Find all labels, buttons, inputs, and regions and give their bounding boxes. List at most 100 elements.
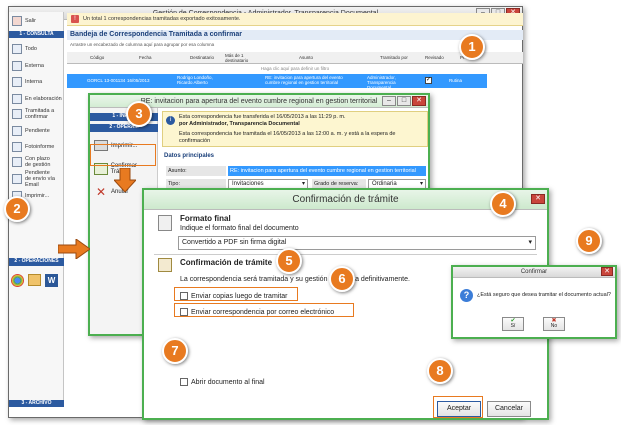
inbox-title: Bandeja de Correspondencia Tramitada a c… bbox=[67, 30, 523, 40]
maximize-button[interactable]: □ bbox=[397, 96, 411, 106]
close-button[interactable]: ✕ bbox=[412, 96, 426, 106]
col-destinatario[interactable]: Destinatario bbox=[190, 55, 214, 60]
callout-5: 5 bbox=[276, 248, 302, 274]
callout-7: 7 bbox=[162, 338, 188, 364]
chevron-down-icon: ▾ bbox=[528, 239, 532, 246]
exit-icon bbox=[12, 16, 22, 26]
sidebar-item-externa[interactable]: Externa bbox=[12, 59, 44, 73]
highlight-enviar-copias bbox=[174, 287, 298, 301]
section-operaciones-2[interactable]: 2 - OPERA... bbox=[90, 124, 158, 132]
cancel-button[interactable]: Cancelar bbox=[487, 401, 531, 417]
folder-icon bbox=[12, 77, 22, 87]
folder-app-icon[interactable] bbox=[28, 274, 41, 286]
confirmacion-heading: Confirmación de trámite bbox=[180, 258, 273, 267]
col-revisado[interactable]: Revisado bbox=[425, 55, 444, 60]
msgbox-titlebar: Confirmar ✕ bbox=[453, 267, 615, 278]
callout-2: 2 bbox=[4, 196, 30, 222]
message-box: Confirmar ✕ ? ¿Está seguro que desea tra… bbox=[451, 265, 617, 339]
highlight-enviar-correo bbox=[174, 303, 354, 317]
arrow-right bbox=[58, 239, 90, 259]
info-line-1: Esta correspondencia fue transferida el … bbox=[179, 114, 346, 120]
cell-codigo: GORCL 13-001134 bbox=[87, 78, 126, 83]
pencil-icon bbox=[12, 94, 22, 104]
formato-heading: Formato final bbox=[180, 214, 231, 223]
asunto-field[interactable]: RE: invitacion para apertura del evento … bbox=[228, 166, 426, 176]
section-consulta[interactable]: 1 - CONSULTA bbox=[9, 31, 64, 38]
filter-row[interactable]: Haga clic aquí para definir un filtro bbox=[67, 65, 523, 73]
no-button[interactable]: ✖ No bbox=[543, 317, 565, 331]
col-tramitado[interactable]: Tramitado por bbox=[380, 55, 408, 60]
highlight-accept bbox=[433, 396, 483, 418]
formato-icon bbox=[158, 215, 172, 231]
group-drag-hint: Arrastre un encabezado de columna aquí p… bbox=[70, 42, 215, 47]
section-operaciones[interactable]: 2 - OPERACIONES bbox=[9, 258, 64, 266]
asunto-label: Asunto: bbox=[166, 166, 226, 176]
cell-prioridad: Rutina bbox=[449, 78, 463, 83]
sidebar-item-tramitada[interactable]: Tramitada a confirmar bbox=[12, 107, 55, 121]
sidebar-item-elaboracion[interactable]: En elaboración bbox=[12, 92, 62, 106]
notice-bar: ! Un total 1 correspondencias tramitadas… bbox=[67, 13, 523, 26]
correspondence-title: RE: invitacion para apertura del evento … bbox=[140, 98, 378, 105]
highlight-confirm-tramite bbox=[90, 144, 156, 166]
formato-description: Indique el formato final del documento bbox=[180, 225, 299, 232]
clock-icon bbox=[12, 126, 22, 136]
minimize-button[interactable]: – bbox=[382, 96, 396, 106]
sidebar-item-todo[interactable]: Todo bbox=[12, 42, 37, 56]
confirmacion-description: La correspondencia será tramitada y su g… bbox=[180, 276, 410, 283]
option-abrir-documento[interactable]: Abrir documento al final bbox=[180, 378, 265, 386]
cell-tramitado: Administrador, Transparencia Documental bbox=[367, 75, 396, 90]
sidebar-item-fotoinforme[interactable]: Fotoinforme bbox=[12, 140, 54, 154]
chrome-icon[interactable] bbox=[11, 274, 24, 287]
col-asunto[interactable]: Asunto bbox=[299, 55, 313, 60]
folder-icon bbox=[12, 44, 22, 54]
formato-select[interactable]: Convertido a PDF sin firma digital ▾ bbox=[178, 236, 536, 250]
section-archivo[interactable]: 3 - ARCHIVO bbox=[9, 400, 64, 407]
confirm-title: Confirmación de trámite bbox=[292, 194, 399, 205]
callout-9: 9 bbox=[576, 228, 602, 254]
yes-button[interactable]: ✔ Sí bbox=[502, 317, 524, 331]
sidebar-item-plazo[interactable]: Con plazo de gestión bbox=[12, 155, 55, 169]
cell-destinatario: Rodrigo Londoño, Ricardo Alberto bbox=[177, 75, 213, 85]
callout-8: 8 bbox=[427, 358, 453, 384]
info-panel: i Esta correspondencia fue transferida e… bbox=[162, 111, 428, 147]
arrow-down bbox=[114, 168, 136, 192]
info-icon: i bbox=[166, 116, 175, 125]
table-row[interactable]: GORCL 13-001134 16/05/2013 Rodrigo Londo… bbox=[67, 74, 487, 90]
warning-icon: ! bbox=[71, 15, 79, 23]
cell-fecha: 16/05/2013 bbox=[127, 78, 150, 83]
camera-icon bbox=[12, 142, 22, 152]
sidebar-item-interna[interactable]: Interna bbox=[12, 75, 42, 89]
callout-3: 3 bbox=[126, 101, 152, 127]
cell-revisado-checkbox[interactable]: ✓ bbox=[425, 77, 432, 84]
cancel-icon: ✕ bbox=[95, 185, 107, 199]
info-line-3: Esta correspondencia fue tramitada el 16… bbox=[179, 131, 396, 144]
notice-text: Un total 1 correspondencias tramitadas e… bbox=[83, 16, 241, 22]
calendar-icon bbox=[12, 157, 22, 167]
close-button[interactable]: ✕ bbox=[531, 194, 545, 204]
sidebar-item-pendiente[interactable]: Pendiente bbox=[12, 124, 50, 138]
sidebar-item-exit[interactable]: Salir bbox=[12, 14, 36, 28]
word-icon[interactable]: W bbox=[45, 274, 58, 287]
callout-4: 4 bbox=[490, 191, 516, 217]
tramite-icon bbox=[158, 258, 172, 272]
email-icon bbox=[12, 174, 22, 184]
folder-icon bbox=[12, 61, 22, 71]
close-button[interactable]: ✕ bbox=[601, 267, 613, 276]
question-icon: ? bbox=[460, 289, 473, 302]
cell-asunto: RE: invitacion para apertura del evento … bbox=[265, 75, 343, 85]
col-codigo[interactable]: Código bbox=[90, 55, 104, 60]
col-mas-destinatario[interactable]: Más de 1 destinatario bbox=[225, 53, 257, 63]
abrir-documento-checkbox[interactable] bbox=[180, 378, 188, 386]
confirm-titlebar: Confirmación de trámite ✕ bbox=[144, 190, 547, 210]
sidebar-item-email[interactable]: Pendiente de envío vía Email bbox=[12, 170, 57, 188]
document-check-icon bbox=[12, 109, 22, 119]
col-fecha[interactable]: Fecha bbox=[139, 55, 152, 60]
divider bbox=[154, 254, 537, 255]
msgbox-text: ¿Está seguro que desea tramitar el docum… bbox=[477, 292, 611, 298]
msgbox-title: Confirmar bbox=[520, 269, 548, 275]
taskbar-icons: W bbox=[11, 274, 62, 294]
table-header: Código Fecha Destinatario Más de 1 desti… bbox=[67, 52, 523, 64]
info-line-2: por Administrador, Transparencia Documen… bbox=[179, 121, 300, 127]
callout-1: 1 bbox=[459, 34, 485, 60]
datos-heading: Datos principales bbox=[164, 153, 215, 159]
